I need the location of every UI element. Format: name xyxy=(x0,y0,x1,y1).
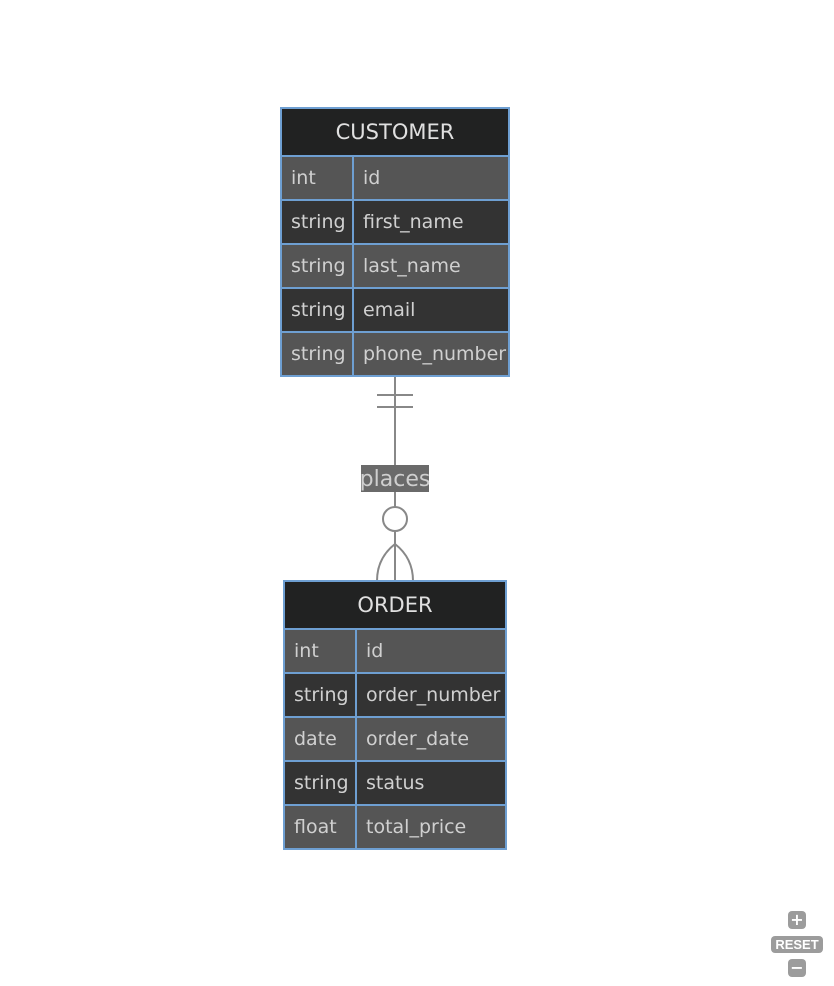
attribute-name: order_number xyxy=(366,684,501,706)
attribute-row: string phone_number xyxy=(280,331,510,377)
attribute-type: string xyxy=(291,255,346,277)
attribute-name: last_name xyxy=(363,255,461,277)
attribute-row: int id xyxy=(283,628,507,674)
er-diagram: CUSTOMER int idstring first_namestring last… xyxy=(280,107,510,850)
attribute-name: id xyxy=(363,167,380,189)
attribute-row: float total_price xyxy=(283,804,507,850)
entity-title: ORDER xyxy=(357,593,432,617)
attribute-row: string status xyxy=(283,760,507,806)
attribute-type: string xyxy=(294,772,349,794)
attribute-type: string xyxy=(291,211,346,233)
relationship-places[interactable]: places xyxy=(360,377,431,582)
attribute-type: float xyxy=(294,816,337,838)
attribute-name: phone_number xyxy=(363,343,506,365)
attribute-name: status xyxy=(366,772,424,794)
attribute-name: total_price xyxy=(366,816,466,838)
attribute-name: first_name xyxy=(363,211,464,233)
attribute-row: string email xyxy=(280,287,510,333)
zoom-out-button[interactable]: − xyxy=(788,959,806,977)
attribute-type: string xyxy=(294,684,349,706)
attribute-row: string first_name xyxy=(280,199,510,245)
attribute-row: date order_date xyxy=(283,716,507,762)
entity-customer[interactable]: CUSTOMER int idstring first_namestring last… xyxy=(280,107,510,377)
attribute-row: string order_number xyxy=(283,672,507,718)
zoom-controls: + RESET − xyxy=(768,911,826,977)
zoom-in-button[interactable]: + xyxy=(788,911,806,929)
attribute-type: date xyxy=(294,728,337,750)
attribute-row: int id xyxy=(280,155,510,201)
attribute-row: string last_name xyxy=(280,243,510,289)
attribute-name: id xyxy=(366,640,383,662)
reset-button[interactable]: RESET xyxy=(771,936,823,953)
relationship-label: places xyxy=(360,467,431,492)
attribute-type: string xyxy=(291,299,346,321)
attribute-type: int xyxy=(291,167,316,189)
attribute-name: order_date xyxy=(366,728,469,750)
attribute-name: email xyxy=(363,299,415,321)
cardinality-zero-circle xyxy=(382,506,408,532)
attribute-type: string xyxy=(291,343,346,365)
er-diagram-canvas: CUSTOMER int id string first_name string last… xyxy=(0,0,834,986)
attribute-type: int xyxy=(294,640,319,662)
entity-title: CUSTOMER xyxy=(336,120,455,144)
entity-order[interactable]: ORDER int id string order_numberdate order_d… xyxy=(283,580,507,850)
